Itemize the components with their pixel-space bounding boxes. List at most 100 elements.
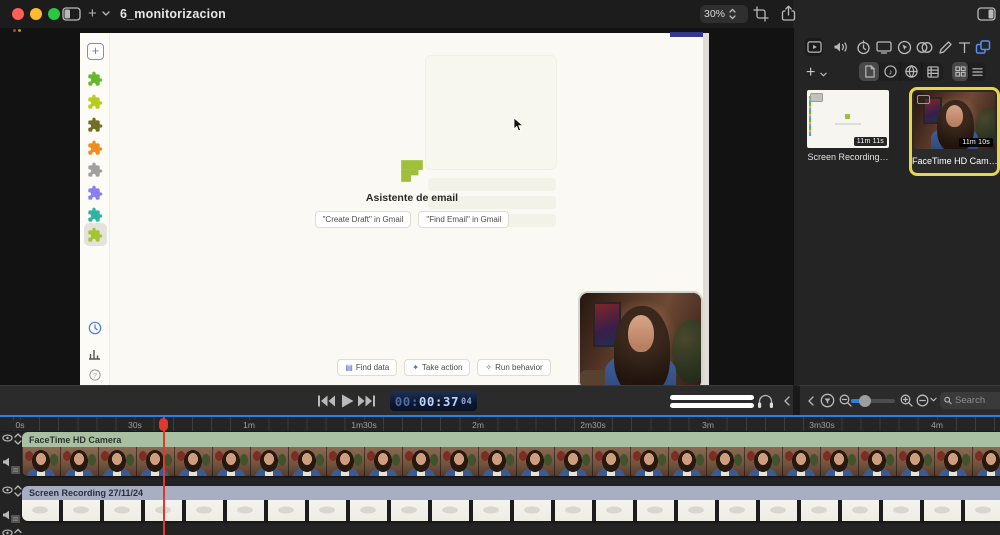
track3-reorder-chevron[interactable]: [14, 528, 22, 534]
audio-meter-right: [670, 403, 754, 408]
play-button[interactable]: [341, 394, 354, 408]
options-chevron-icon[interactable]: [930, 397, 937, 402]
track2-reorder-chevrons[interactable]: [14, 484, 22, 498]
search-field[interactable]: [940, 392, 1000, 409]
mini-line: [835, 123, 861, 125]
puzzle-app-icon-green: [87, 71, 103, 87]
source-documents-icon[interactable]: [859, 62, 880, 81]
run-behavior-button: ✧ Run behavior: [477, 359, 551, 376]
recorded-traffic-light-red: [13, 29, 16, 32]
track1-reorder-chevrons[interactable]: [14, 432, 22, 446]
svg-text:♪: ♪: [888, 67, 892, 76]
recorded-footer-actions: ▤ Find data ✦ Take action ✧ Run behavior: [314, 359, 574, 376]
inspector-panel: + ♪ 11m 11s Screen Recording… 11m 10s Fa…: [793, 28, 1000, 385]
add-library-chevron-icon[interactable]: [820, 72, 827, 77]
transport-bar: 00: 00:37 04: [0, 385, 793, 415]
list-view-icon[interactable]: [969, 62, 986, 81]
source-stock-icon[interactable]: [922, 62, 943, 81]
track2-height-handle[interactable]: [11, 515, 20, 523]
clip-header[interactable]: FaceTime HD Camera: [22, 432, 1000, 447]
tab-text-icon[interactable]: [955, 38, 973, 56]
collapse-panel-chevron-icon[interactable]: [808, 396, 814, 406]
zoom-window-button[interactable]: [48, 8, 60, 20]
mouse-cursor: [513, 117, 524, 132]
skip-forward-button[interactable]: [358, 395, 375, 407]
stepper-chevrons-icon[interactable]: [729, 8, 736, 20]
clip-name: FaceTime HD Camera: [29, 434, 122, 445]
playhead-line[interactable]: [163, 417, 165, 535]
screen-badge-icon: [810, 93, 823, 102]
add-media-chevron-icon[interactable]: [102, 11, 110, 16]
clip-header[interactable]: Screen Recording 27/11/24: [22, 486, 1000, 500]
ruler-label: 4m: [928, 420, 946, 430]
puzzle-app-icon-orange: [87, 140, 103, 156]
facetime-camera-clip[interactable]: [578, 291, 703, 385]
recorded-help-icon: ?: [89, 369, 101, 381]
assistant-logo-icon: [399, 158, 425, 184]
recorded-assistant-block: Asistente de email "Create Draft" in Gma…: [314, 158, 510, 228]
canvas-zoom-stepper[interactable]: 30%: [700, 5, 748, 23]
find-email-chip: "Find Email" in Gmail: [418, 211, 510, 228]
clip-screen-recording[interactable]: Screen Recording 27/11/24: [22, 486, 1000, 521]
track3-visibility-eye-icon[interactable]: [2, 529, 13, 535]
right-panel-toggle-icon[interactable]: [977, 7, 996, 21]
media-label: FaceTime HD Cam…: [912, 156, 997, 166]
svg-text:?: ?: [93, 373, 97, 380]
document-icon: ▤: [345, 363, 353, 372]
timeline-ruler[interactable]: 0s 30s 1m 1m30s 2m 2m30s 3m 3m30s 4m: [0, 417, 1000, 432]
playhead-handle[interactable]: [158, 418, 168, 431]
track2-audio-speaker-icon[interactable]: [2, 510, 11, 520]
puzzle-app-icon-purple: [87, 185, 103, 201]
recorded-scrollbar: [703, 33, 709, 385]
media-thumbnail[interactable]: 11m 11s: [807, 90, 889, 148]
tab-media-library-icon[interactable]: [974, 38, 992, 56]
track1-visibility-eye-icon[interactable]: [2, 434, 13, 442]
spark-icon: ✦: [412, 363, 419, 372]
add-library-media-button[interactable]: +: [806, 64, 815, 82]
skip-back-button[interactable]: [318, 395, 335, 407]
sidebar-toggle-icon[interactable]: [62, 7, 81, 21]
share-icon[interactable]: [781, 5, 796, 22]
tab-shapes-icon[interactable]: [915, 38, 933, 56]
source-music-icon[interactable]: ♪: [880, 62, 901, 81]
timeline: 0s 30s 1m 1m30s 2m 2m30s 3m 3m30s 4m Fac…: [0, 415, 1000, 535]
collapse-left-chevron-icon[interactable]: [784, 396, 790, 406]
canvas-stage[interactable]: + ? Asistente de email "Create Draft" in…: [0, 28, 793, 385]
puzzle-app-icon-lime: [87, 94, 103, 110]
ruler-label: 1m30s: [348, 420, 380, 430]
clip-name: Screen Recording 27/11/24: [29, 488, 144, 498]
media-item-facetime-selected[interactable]: 11m 10s FaceTime HD Cam…: [909, 87, 1000, 176]
tab-video-icon[interactable]: [805, 38, 823, 56]
filter-icon[interactable]: [820, 393, 835, 408]
screenflow-window: + 6_monitorizacion 30% + ? Asistente de …: [0, 0, 1000, 535]
tab-audio-icon[interactable]: [832, 38, 850, 56]
thumbnail-zoom-slider[interactable]: [851, 394, 895, 407]
search-input[interactable]: [955, 395, 1000, 406]
minimize-window-button[interactable]: [30, 8, 42, 20]
library-bottom-bar: [793, 385, 1000, 415]
slider-knob[interactable]: [859, 394, 871, 407]
track1-height-handle[interactable]: [11, 466, 20, 474]
crop-icon[interactable]: [753, 6, 769, 22]
tab-callout-icon[interactable]: [895, 38, 913, 56]
tab-motion-icon[interactable]: [854, 38, 872, 56]
person-face: [628, 315, 654, 352]
grid-view-icon[interactable]: [952, 62, 969, 81]
zoom-in-icon[interactable]: [900, 394, 913, 407]
timecode-hours: 00:: [394, 393, 419, 409]
tab-screen-icon[interactable]: [875, 38, 893, 56]
source-web-icon[interactable]: [901, 62, 922, 81]
tab-annotations-icon[interactable]: [936, 38, 954, 56]
track1-audio-speaker-icon[interactable]: [2, 457, 11, 467]
clip-options-icon[interactable]: [916, 394, 929, 407]
clip-facetime-hd-camera[interactable]: FaceTime HD Camera: [22, 432, 1000, 476]
mini-logo: [845, 114, 850, 119]
headphones-icon[interactable]: [757, 393, 774, 409]
add-media-button[interactable]: +: [88, 5, 97, 22]
close-window-button[interactable]: [12, 8, 24, 20]
media-thumbnail[interactable]: 11m 10s: [914, 92, 995, 149]
puzzle-app-icon-gray: [87, 162, 103, 178]
ruler-label: 2m: [469, 420, 487, 430]
track2-visibility-eye-icon[interactable]: [2, 486, 13, 494]
recorded-traffic-light-yellow: [18, 29, 21, 32]
